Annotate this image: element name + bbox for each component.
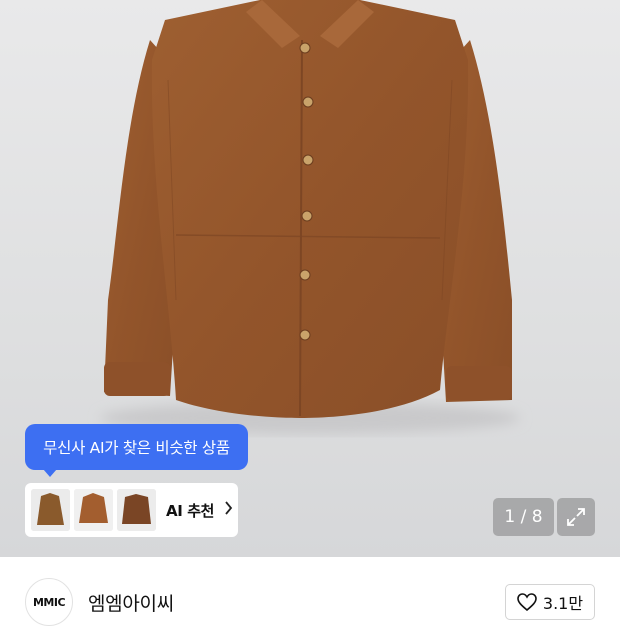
brand-logo[interactable]: MMIC <box>25 578 73 626</box>
jacket-thumb-icon <box>31 489 70 531</box>
heart-icon <box>517 593 537 611</box>
brand-logo-text: MMIC <box>32 595 66 609</box>
shirt-thumb-icon <box>74 489 113 531</box>
chevron-right-icon <box>224 501 233 519</box>
similar-item-thumb-2[interactable] <box>74 489 113 531</box>
ai-tooltip-text: 무신사 AI가 찾은 비슷한 상품 <box>43 439 230 457</box>
similar-item-thumb-1[interactable] <box>31 489 70 531</box>
brand-name[interactable]: 엠엠아이씨 <box>88 589 174 616</box>
ai-recommend-label: AI 추천 <box>166 501 215 520</box>
expand-icon <box>567 508 585 526</box>
like-count: 3.1만 <box>542 594 584 613</box>
tooltip-tail <box>43 469 57 477</box>
image-pager: 1 / 8 <box>493 498 554 536</box>
product-image <box>100 0 520 434</box>
jacket-thumb-icon <box>117 489 156 531</box>
ai-recommend-card[interactable]: AI 추천 <box>25 483 238 537</box>
product-image-area[interactable]: 무신사 AI가 찾은 비슷한 상품 AI 추천 1 / 8 <box>0 0 620 557</box>
similar-item-thumb-3[interactable] <box>117 489 156 531</box>
like-button[interactable]: 3.1만 <box>505 584 595 620</box>
expand-button[interactable] <box>557 498 595 536</box>
ai-similar-tooltip[interactable]: 무신사 AI가 찾은 비슷한 상품 <box>25 424 248 477</box>
